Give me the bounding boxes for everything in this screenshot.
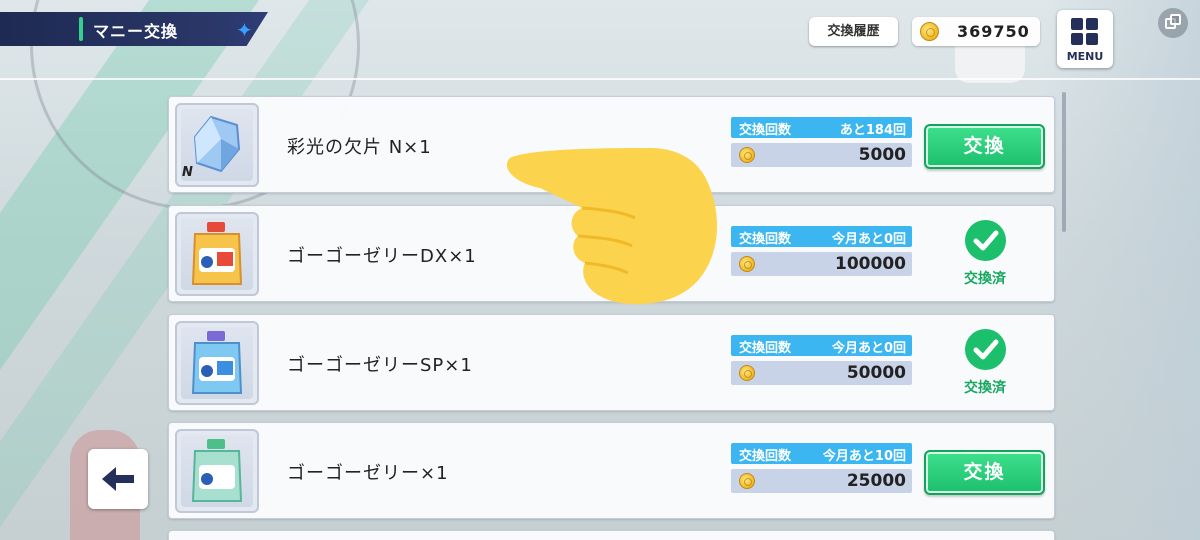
exchange-count-label: 交換回数 今月あと0回: [731, 226, 912, 247]
coin-balance-value: 369750: [957, 22, 1030, 41]
exchange-count-key: 交換回数: [739, 449, 792, 464]
jelly-sp-icon: [175, 321, 259, 405]
item-name: ゴーゴーゼリーSP×1: [287, 355, 473, 376]
jelly-icon: [175, 429, 259, 513]
exchange-history-button[interactable]: 交換履歴: [809, 17, 898, 46]
arrow-left-icon: [102, 467, 134, 491]
exchange-count-key: 交換回数: [739, 341, 792, 356]
exchange-count-key: 交換回数: [739, 123, 792, 138]
crystal-shard-icon: N: [175, 103, 259, 187]
exchange-count-key: 交換回数: [739, 232, 792, 247]
price-box: 100000: [731, 252, 912, 276]
item-name: 彩光の欠片 N×1: [287, 137, 432, 158]
exchange-count-label: 交換回数 今月あと0回: [731, 335, 912, 356]
price-value: 100000: [835, 254, 906, 274]
rarity-badge: N: [182, 165, 193, 180]
pointing-hand-emoji: [506, 148, 718, 305]
header-accent-bar: [79, 17, 83, 41]
exchange-count-value: 今月あと0回: [831, 341, 906, 356]
price-box: 25000: [731, 469, 912, 493]
exchange-item-row: ゴーゴーゼリー×1 交換回数 今月あと10回 25000 交換: [168, 422, 1055, 519]
checkmark-icon: [965, 329, 1006, 370]
screen-header: マニー交換 ✦: [0, 12, 268, 46]
checkmark-icon: [965, 220, 1006, 261]
page-title: マニー交換: [93, 22, 179, 41]
exchanged-status: 交換済: [945, 220, 1025, 290]
exchanged-label: 交換済: [964, 271, 1006, 287]
exchange-item-row: ゴーゴーゼリーSP×1 交換回数 今月あと0回 50000 交換済: [168, 314, 1055, 411]
exchanged-status: 交換済: [945, 329, 1025, 399]
price-value: 25000: [846, 471, 906, 491]
exchanged-label: 交換済: [964, 380, 1006, 396]
list-scrollbar[interactable]: [1062, 92, 1066, 232]
window-copy-icon[interactable]: [1158, 8, 1188, 38]
exchange-count-label: 交換回数 今月あと10回: [731, 443, 912, 464]
exchange-count-label: 交換回数 あと184回: [731, 117, 912, 138]
grid-icon: [1071, 18, 1099, 46]
exchange-item-row-partial: [168, 530, 1055, 540]
coin-icon: [739, 365, 755, 381]
price-box: 50000: [731, 361, 912, 385]
exchange-button[interactable]: 交換: [924, 450, 1045, 495]
coin-icon: [920, 22, 939, 41]
header-divider: [0, 78, 1200, 80]
exchange-count-value: 今月あと0回: [831, 232, 906, 247]
sparkle-icon: ✦: [236, 18, 253, 42]
coin-balance: 369750: [912, 17, 1040, 46]
jelly-dx-icon: [175, 212, 259, 296]
item-name: ゴーゴーゼリー×1: [287, 463, 449, 484]
menu-label: MENU: [1066, 50, 1104, 63]
exchange-button[interactable]: 交換: [924, 124, 1045, 169]
item-name: ゴーゴーゼリーDX×1: [287, 246, 477, 267]
coin-icon: [739, 256, 755, 272]
exchange-count-value: 今月あと10回: [822, 449, 906, 464]
coin-icon: [739, 473, 755, 489]
exchange-count-value: あと184回: [839, 123, 906, 138]
price-box: 5000: [731, 143, 912, 167]
coin-icon: [739, 147, 755, 163]
price-value: 5000: [858, 145, 906, 165]
back-button[interactable]: [88, 449, 148, 509]
price-value: 50000: [846, 363, 906, 383]
menu-button[interactable]: MENU: [1057, 10, 1113, 68]
